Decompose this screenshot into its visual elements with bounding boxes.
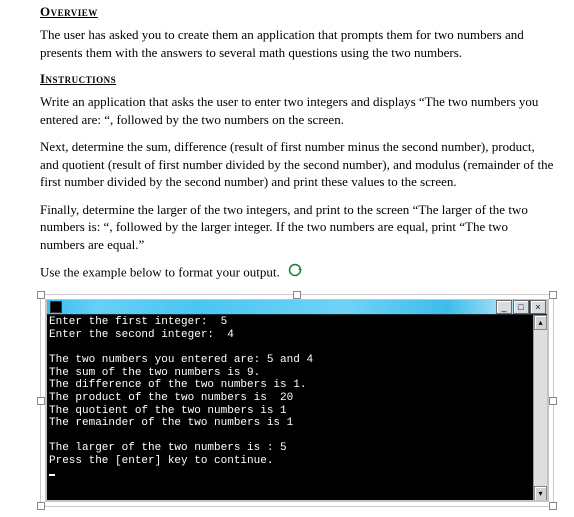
console-line: The product of the two numbers is 20 — [49, 392, 293, 404]
console-line: Enter the second integer: 4 — [49, 329, 234, 341]
resize-handle-icon[interactable] — [293, 291, 301, 299]
scroll-down-button[interactable]: ▾ — [534, 486, 547, 501]
console-line: Enter the first integer: 5 — [49, 316, 227, 328]
console-line: The sum of the two numbers is 9. — [49, 367, 260, 379]
console-window: _ □ × Enter the first integer: 5 Enter t… — [45, 299, 549, 502]
console-line: The larger of the two numbers is : 5 — [49, 442, 287, 454]
heading-instructions: Instructions — [40, 71, 554, 87]
figure-selection-frame[interactable]: _ □ × Enter the first integer: 5 Enter t… — [40, 294, 554, 507]
close-button[interactable]: × — [530, 300, 546, 314]
resize-handle-icon[interactable] — [549, 397, 557, 405]
resize-handle-icon[interactable] — [37, 291, 45, 299]
console-line: The two numbers you entered are: 5 and 4 — [49, 354, 313, 366]
cursor-icon — [49, 474, 55, 476]
resize-handle-icon[interactable] — [37, 502, 45, 510]
console-body: Enter the first integer: 5 Enter the sec… — [47, 315, 547, 501]
scroll-up-button[interactable]: ▴ — [534, 315, 547, 330]
resize-handle-icon[interactable] — [549, 291, 557, 299]
instruction-paragraph-4: Use the example below to format your out… — [40, 263, 554, 284]
console-line: The quotient of the two numbers is 1 — [49, 405, 287, 417]
console-line: The difference of the two numbers is 1. — [49, 379, 306, 391]
minimize-button[interactable]: _ — [496, 300, 512, 314]
resize-handle-icon[interactable] — [549, 502, 557, 510]
window-titlebar: _ □ × — [47, 300, 547, 315]
heading-overview: Overview — [40, 4, 554, 20]
cmd-icon — [50, 301, 62, 313]
console-text: Enter the first integer: 5 Enter the sec… — [47, 315, 533, 501]
console-line: Press the [enter] key to continue. — [49, 455, 273, 467]
rotate-handle-icon — [287, 262, 303, 283]
vertical-scrollbar[interactable]: ▴ ▾ — [533, 315, 547, 501]
maximize-button[interactable]: □ — [513, 300, 529, 314]
instruction-paragraph-1: Write an application that asks the user … — [40, 93, 554, 128]
document-page: Overview The user has asked you to creat… — [0, 4, 574, 517]
overview-paragraph: The user has asked you to create them an… — [40, 26, 554, 61]
console-line: The remainder of the two numbers is 1 — [49, 417, 293, 429]
instruction-paragraph-2: Next, determine the sum, difference (res… — [40, 138, 554, 191]
instruction-text-4: Use the example below to format your out… — [40, 265, 280, 280]
resize-handle-icon[interactable] — [37, 397, 45, 405]
instruction-paragraph-3: Finally, determine the larger of the two… — [40, 201, 554, 254]
